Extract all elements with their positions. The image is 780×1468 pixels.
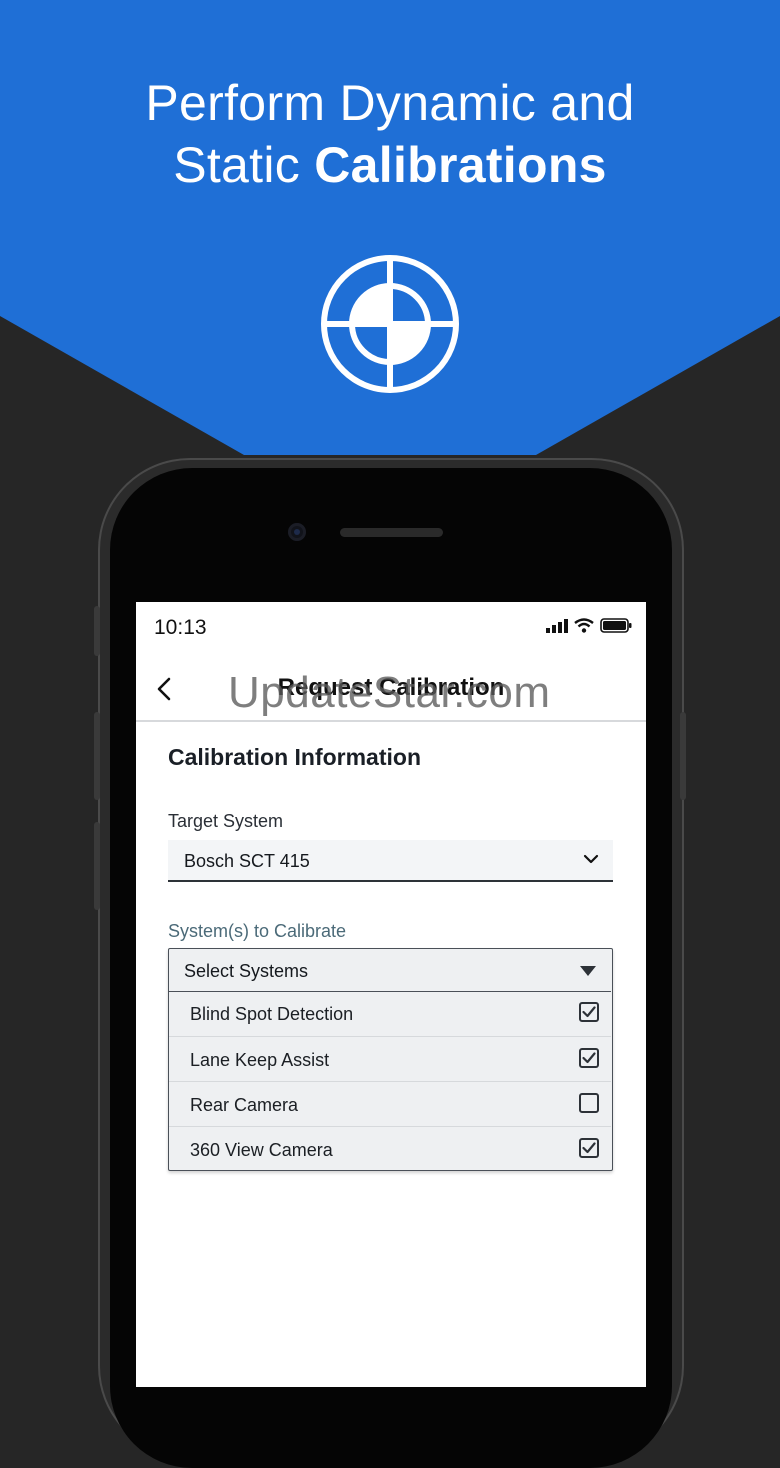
system-option-label: 360 View Camera <box>190 1140 333 1160</box>
front-camera <box>288 523 306 541</box>
checkbox-checked-icon[interactable] <box>579 1138 599 1158</box>
page-title: Request Calibration <box>277 674 505 701</box>
system-option-label: Lane Keep Assist <box>190 1050 330 1070</box>
target-system-select[interactable]: Bosch SCT 415 <box>168 840 613 882</box>
systems-multiselect: Select Systems Blind Spot Detection Lane… <box>168 948 613 1171</box>
system-option[interactable]: Blind Spot Detection <box>169 991 611 1035</box>
phone-mute-switch <box>94 606 100 656</box>
calibration-target-icon <box>321 255 459 393</box>
signal-icon <box>546 618 568 633</box>
headline-line-2: Static Calibrations <box>173 137 607 193</box>
headline-line-1: Perform Dynamic and <box>145 75 635 131</box>
system-option-label: Blind Spot Detection <box>190 1004 354 1024</box>
app-screen: 10:13 Request Calibration UpdateStar.com… <box>136 602 646 1387</box>
chevron-down-icon <box>583 854 599 864</box>
status-time: 10:13 <box>154 616 207 639</box>
checkbox-unchecked-icon[interactable] <box>579 1093 599 1113</box>
section-title: Calibration Information <box>168 744 421 770</box>
systems-placeholder: Select Systems <box>184 961 309 981</box>
nav-bar: Request Calibration <box>136 656 646 722</box>
phone-volume-down <box>94 822 100 910</box>
triangle-down-icon <box>580 966 596 976</box>
phone-volume-up <box>94 712 100 800</box>
systems-dropdown-toggle[interactable]: Select Systems <box>169 949 611 992</box>
system-option[interactable]: Rear Camera <box>169 1081 611 1126</box>
battery-icon <box>600 618 632 633</box>
wifi-icon <box>574 618 594 633</box>
system-option[interactable]: 360 View Camera <box>169 1126 611 1171</box>
systems-label: System(s) to Calibrate <box>168 921 347 941</box>
checkbox-checked-icon[interactable] <box>579 1048 599 1068</box>
checkbox-checked-icon[interactable] <box>579 1002 599 1022</box>
phone-power-button <box>680 712 686 800</box>
target-system-label: Target System <box>168 811 284 831</box>
system-option[interactable]: Lane Keep Assist <box>169 1036 611 1081</box>
earpiece-speaker <box>340 528 443 537</box>
system-option-label: Rear Camera <box>190 1095 299 1115</box>
headline: Perform Dynamic and Static Calibrations <box>0 72 780 196</box>
status-icons <box>546 618 632 633</box>
target-system-value: Bosch SCT 415 <box>184 851 310 871</box>
